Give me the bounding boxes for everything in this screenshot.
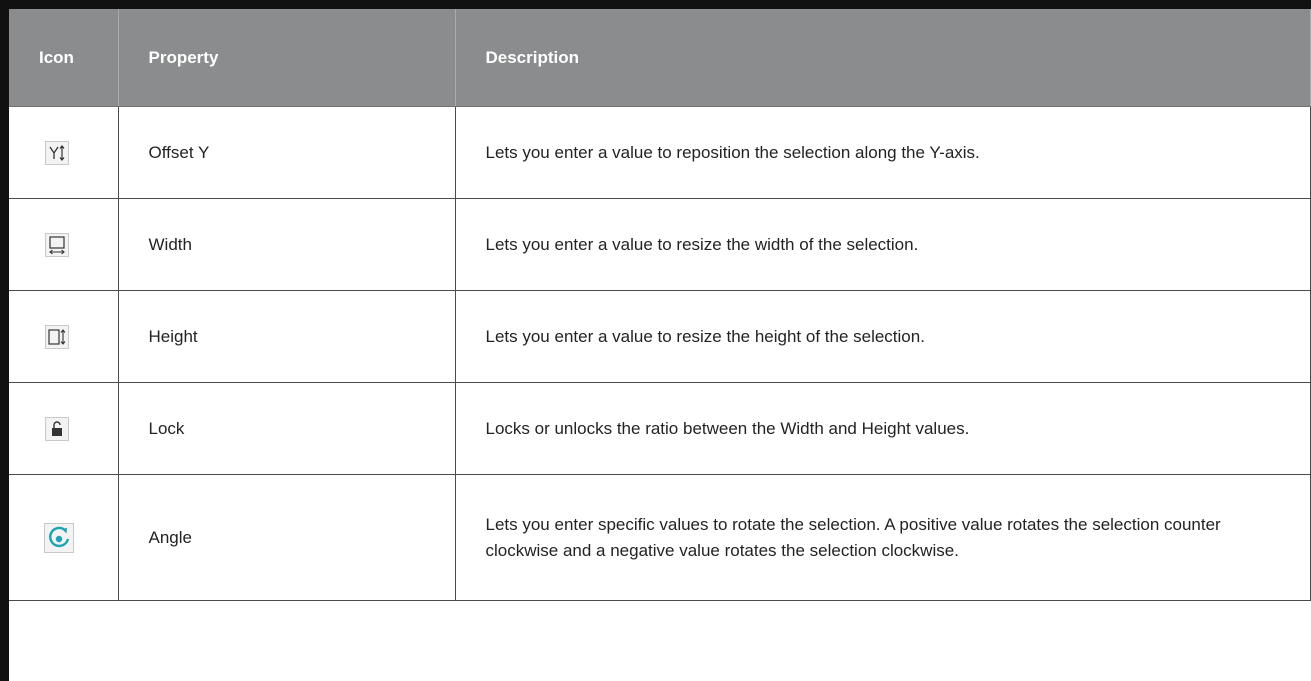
angle-rotate-icon [44, 522, 75, 553]
properties-table: Icon Property Description Offset Y Lets … [9, 9, 1311, 601]
property-cell: Height [117, 290, 456, 383]
description-cell: Lets you enter a value to reposition the… [454, 106, 1311, 199]
property-cell: Lock [117, 382, 456, 475]
header-property: Property [117, 9, 456, 107]
icon-cell [9, 290, 119, 383]
header-icon: Icon [9, 9, 119, 107]
description-cell: Locks or unlocks the ratio between the W… [454, 382, 1311, 475]
frame-top-border [0, 0, 1311, 9]
table-row: Width Lets you enter a value to resize t… [9, 198, 1311, 291]
description-cell: Lets you enter specific values to rotate… [454, 474, 1311, 601]
description-cell: Lets you enter a value to resize the hei… [454, 290, 1311, 383]
table-header-row: Icon Property Description [9, 9, 1311, 107]
description-cell: Lets you enter a value to resize the wid… [454, 198, 1311, 291]
frame-right-border [1305, 0, 1311, 9]
table-row: Offset Y Lets you enter a value to repos… [9, 106, 1311, 199]
property-cell: Angle [117, 474, 456, 601]
icon-cell [9, 382, 119, 475]
property-cell: Width [117, 198, 456, 291]
width-icon [45, 232, 70, 257]
table-row: Lock Locks or unlocks the ratio between … [9, 382, 1311, 475]
header-description: Description [454, 9, 1311, 107]
frame-left-border [0, 0, 9, 681]
table-row: Height Lets you enter a value to resize … [9, 290, 1311, 383]
height-icon [45, 324, 70, 349]
table-row: Angle Lets you enter specific values to … [9, 474, 1311, 601]
icon-cell [9, 106, 119, 199]
page: Icon Property Description Offset Y Lets … [0, 0, 1311, 681]
property-cell: Offset Y [117, 106, 456, 199]
icon-cell [9, 198, 119, 291]
offset-y-icon [45, 140, 70, 165]
icon-cell [9, 474, 119, 601]
lock-icon [45, 416, 70, 441]
